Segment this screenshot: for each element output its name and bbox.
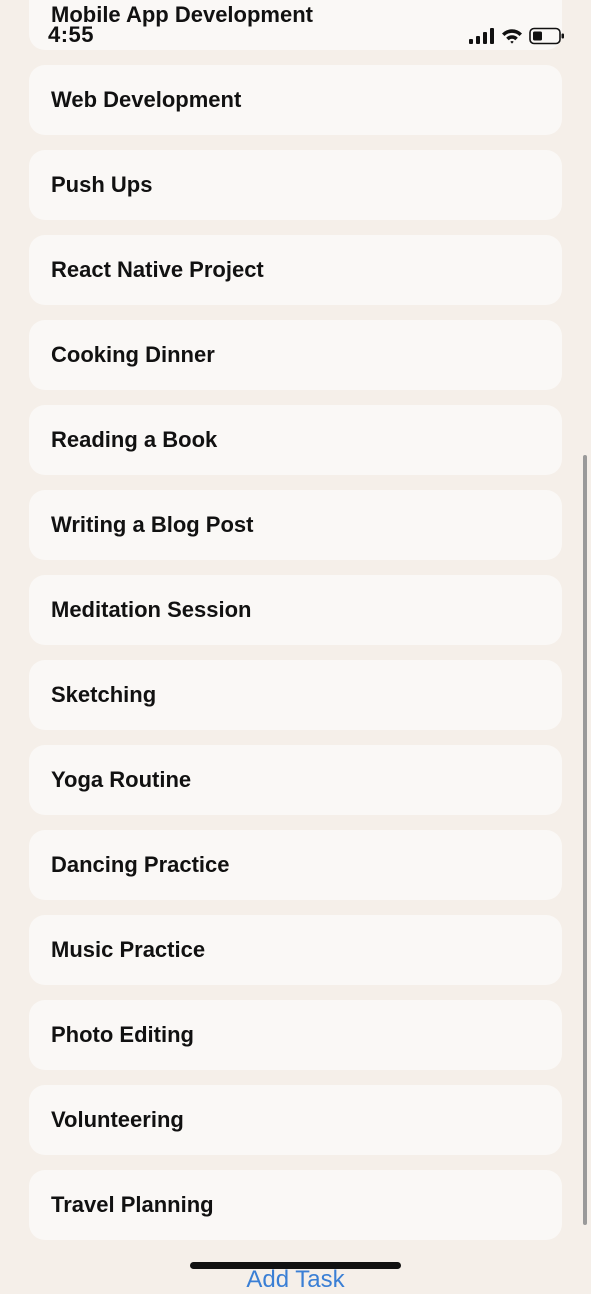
task-label: Volunteering <box>51 1107 184 1132</box>
task-label: Yoga Routine <box>51 767 192 792</box>
task-label: Cooking Dinner <box>51 342 215 367</box>
cellular-signal-icon <box>469 28 494 44</box>
task-item-push-ups[interactable]: Push Ups <box>29 150 562 220</box>
task-item-meditation-session[interactable]: Meditation Session <box>29 575 562 645</box>
task-item-writing-a-blog-post[interactable]: Writing a Blog Post <box>29 490 562 560</box>
task-label: Photo Editing <box>51 1022 194 1047</box>
task-item-dancing-practice[interactable]: Dancing Practice <box>29 830 562 900</box>
task-label: Sketching <box>51 682 157 707</box>
task-label: Push Ups <box>51 172 153 197</box>
task-item-yoga-routine[interactable]: Yoga Routine <box>29 745 562 815</box>
task-item-cooking-dinner[interactable]: Cooking Dinner <box>29 320 562 390</box>
add-task-button[interactable]: Add Task <box>0 1266 591 1294</box>
task-item-reading-a-book[interactable]: Reading a Book <box>29 405 562 475</box>
task-label: Travel Planning <box>51 1192 214 1217</box>
task-label: Dancing Practice <box>51 852 230 877</box>
task-label: Web Development <box>51 87 242 112</box>
task-item-react-native-project[interactable]: React Native Project <box>29 235 562 305</box>
battery-icon <box>529 27 564 45</box>
status-time: 4:55 <box>48 22 95 47</box>
task-item-travel-planning[interactable]: Travel Planning <box>29 1170 562 1240</box>
task-label: React Native Project <box>51 257 264 282</box>
task-label: Music Practice <box>51 937 206 962</box>
task-label: Writing a Blog Post <box>51 512 254 537</box>
task-item-sketching[interactable]: Sketching <box>29 660 562 730</box>
task-item-volunteering[interactable]: Volunteering <box>29 1085 562 1155</box>
task-item-music-practice[interactable]: Music Practice <box>29 915 562 985</box>
status-icons <box>469 27 565 45</box>
home-indicator[interactable] <box>190 1262 401 1269</box>
scroll-indicator[interactable] <box>583 455 587 1225</box>
task-label: Meditation Session <box>51 597 252 622</box>
wifi-icon <box>502 29 522 44</box>
task-item-photo-editing[interactable]: Photo Editing <box>29 1000 562 1070</box>
task-item-web-development[interactable]: Web Development <box>29 65 562 135</box>
task-label: Reading a Book <box>51 427 218 452</box>
